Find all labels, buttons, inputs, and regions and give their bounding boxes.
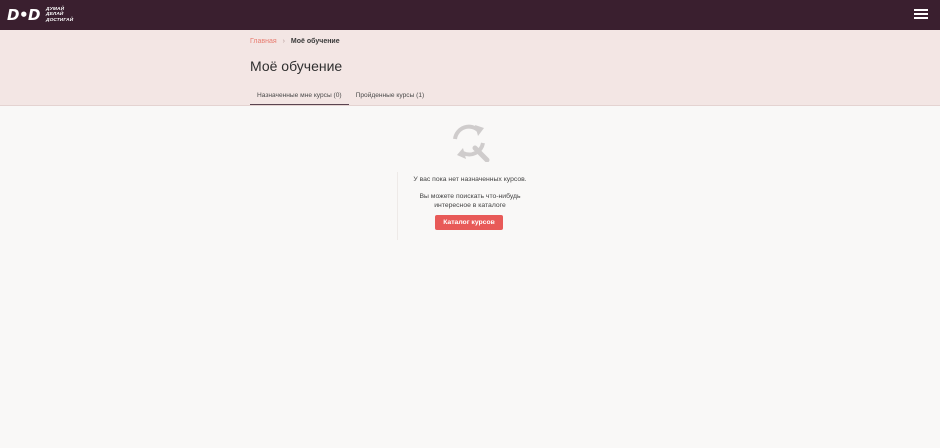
empty-subtext: Вы можете поискать что-нибудь интересное… [419, 193, 521, 209]
tab-completed-courses[interactable]: Пройденные курсы (1) [349, 88, 432, 105]
divider [397, 172, 398, 240]
logo-line-3: ДОСТИГАЙ [46, 17, 74, 23]
breadcrumb-separator: › [282, 38, 285, 45]
logo[interactable]: D•D ДУМАЙ ДЕЛАЙ ДОСТИГАЙ [7, 5, 73, 25]
top-navbar: D•D ДУМАЙ ДЕЛАЙ ДОСТИГАЙ [0, 0, 940, 30]
breadcrumb: Главная › Моё обучение [250, 38, 340, 45]
page-title: Моё обучение [250, 58, 343, 74]
breadcrumb-current: Моё обучение [290, 38, 340, 45]
catalog-button[interactable]: Каталог курсов [435, 215, 503, 230]
logo-tagline: ДУМАЙ ДЕЛАЙ ДОСТИГАЙ [46, 7, 73, 23]
logo-mark: D•D [7, 5, 41, 24]
tab-assigned-courses[interactable]: Назначенные мне курсы (0) [250, 88, 349, 105]
refresh-search-icon [453, 124, 490, 162]
breadcrumb-home-link[interactable]: Главная [250, 38, 277, 45]
hamburger-icon[interactable] [914, 9, 928, 21]
empty-message: У вас пока нет назначенных курсов. [413, 176, 527, 183]
tab-bar: Назначенные мне курсы (0) Пройденные кур… [250, 88, 431, 105]
page-header: Главная › Моё обучение Моё обучение Назн… [0, 30, 940, 106]
